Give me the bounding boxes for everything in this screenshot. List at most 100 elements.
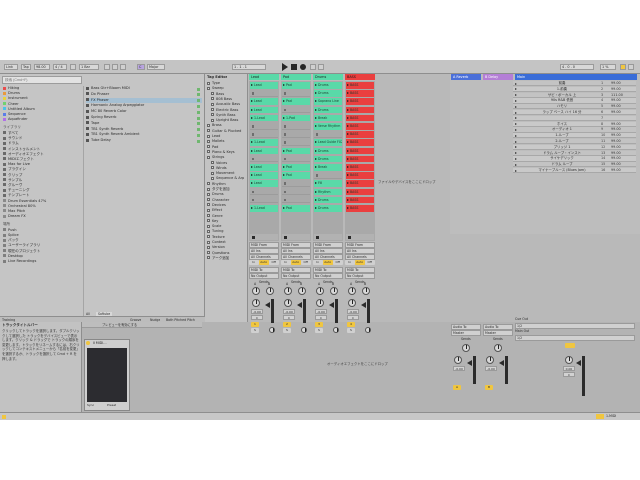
clip-slot[interactable]: BASS <box>346 90 374 97</box>
key-map-icon[interactable] <box>628 64 634 70</box>
clip-slot[interactable]: Lead <box>250 147 278 155</box>
output-chooser[interactable]: No Output <box>249 273 279 279</box>
tag-checkbox-icon[interactable] <box>211 92 214 96</box>
stop-icon[interactable] <box>283 235 287 239</box>
clip-slot[interactable]: BASS <box>346 180 374 187</box>
tempo-field[interactable]: 98.00 <box>34 64 50 70</box>
clip-play-icon[interactable] <box>251 182 253 185</box>
clip-play-icon[interactable] <box>347 198 349 201</box>
scene-tempo[interactable]: 99.00 <box>611 151 633 155</box>
scene-row[interactable]: サビ・ボーカル 上 3 111.00 <box>513 92 636 98</box>
tag-checkbox-icon[interactable] <box>207 150 210 154</box>
scene-tempo[interactable]: 99.00 <box>611 110 633 114</box>
midi-device[interactable]: Ⅱ MIDI... Sync Preset <box>84 339 130 411</box>
stop-icon[interactable] <box>291 63 297 70</box>
automation-arm-icon[interactable] <box>318 64 324 70</box>
pan-knob[interactable] <box>316 299 324 307</box>
tag-checkbox-icon[interactable] <box>207 192 210 196</box>
clip-play-icon[interactable] <box>315 125 317 127</box>
slot-stop-icon[interactable] <box>283 198 286 202</box>
clip-slot[interactable]: Lead <box>250 82 278 89</box>
input-source-chooser[interactable]: All Ins <box>313 248 343 254</box>
tag-checkbox-icon[interactable] <box>211 102 214 106</box>
clip-play-icon[interactable] <box>315 149 317 152</box>
scale-selector[interactable]: Major <box>147 64 165 70</box>
clip-slot[interactable]: Lead <box>250 98 278 105</box>
scene-row[interactable]: ドラム ループ・インスト 13 99.00 <box>513 150 636 156</box>
tag-checkbox-icon[interactable] <box>207 86 210 90</box>
clip-slot[interactable]: BASS <box>346 164 374 171</box>
clip-play-icon[interactable] <box>251 149 253 152</box>
browser-file-item[interactable]: FX Phaser <box>86 97 202 104</box>
clip-slot[interactable]: BASS <box>346 147 374 155</box>
scene-launch-icon[interactable] <box>515 157 517 160</box>
link-button[interactable]: Link <box>4 64 18 70</box>
slot-stop-icon[interactable] <box>251 133 254 136</box>
clip-slot[interactable]: Drums <box>314 90 342 97</box>
clip-slot[interactable]: Break <box>314 114 342 122</box>
scene-tempo[interactable]: 99.00 <box>611 133 633 137</box>
clip-play-icon[interactable] <box>347 166 349 168</box>
monitor-off-button[interactable]: Off <box>301 260 311 265</box>
clip-slot[interactable]: Soprano Line <box>314 98 342 105</box>
metronome-icon[interactable] <box>70 64 76 70</box>
scene-tempo[interactable]: 99.00 <box>611 122 633 126</box>
scene-row[interactable]: ブリッジ 1 12 99.00 <box>513 144 636 151</box>
scene-launch-icon[interactable] <box>515 105 517 108</box>
key-selector[interactable]: C <box>137 64 145 70</box>
return-title-bar[interactable]: A Reverb <box>451 74 481 80</box>
scene-row[interactable]: ドラム ループ 15 99.00 <box>513 162 636 168</box>
pan-value[interactable]: C <box>251 315 263 320</box>
clip-play-icon[interactable] <box>315 157 317 160</box>
empty-clip-slot[interactable] <box>282 197 310 204</box>
track-activator-button[interactable]: 1 <box>251 322 259 327</box>
scene-launch-icon[interactable] <box>515 152 517 155</box>
clip-play-icon[interactable] <box>283 166 285 168</box>
volume-fader[interactable] <box>297 302 302 308</box>
solo-button[interactable]: S <box>283 328 291 333</box>
clip-slot[interactable]: BASS <box>346 123 374 130</box>
pan-value[interactable]: C <box>283 315 295 320</box>
clip-play-icon[interactable] <box>283 207 285 209</box>
browser-search-input[interactable] <box>2 76 82 84</box>
empty-clip-slot[interactable] <box>250 156 278 163</box>
return-pan-knob[interactable] <box>486 356 494 364</box>
overdub-icon[interactable] <box>310 64 316 70</box>
tag-checkbox-icon[interactable] <box>211 166 214 170</box>
scene-launch-icon[interactable] <box>515 163 517 166</box>
track-stop-button[interactable] <box>250 234 278 240</box>
pan-value[interactable]: C <box>315 315 327 320</box>
volume-value[interactable]: -0.00 <box>347 309 359 314</box>
scene-row[interactable]: ハモリ 5 99.00 <box>513 104 636 110</box>
clip-play-icon[interactable] <box>251 100 253 103</box>
return-activator-button[interactable]: A <box>453 385 461 390</box>
clip-slot[interactable]: Lead <box>250 106 278 114</box>
monitor-auto-button[interactable]: Auto <box>291 260 301 265</box>
empty-clip-slot[interactable] <box>282 139 310 146</box>
slot-stop-icon[interactable] <box>251 198 254 202</box>
clip-play-icon[interactable] <box>347 116 349 119</box>
main-out-chooser[interactable]: 1/2 <box>515 335 635 341</box>
clip-slot[interactable]: BASS <box>346 155 374 163</box>
return-send-knob[interactable] <box>462 344 470 352</box>
tag-checkbox-icon[interactable] <box>207 123 210 127</box>
clip-play-icon[interactable] <box>315 207 317 209</box>
clip-play-icon[interactable] <box>283 116 285 119</box>
clip-slot[interactable]: Drums <box>314 82 342 89</box>
slot-stop-icon[interactable] <box>251 190 254 194</box>
send-a-knob[interactable] <box>348 287 356 295</box>
scene-launch-icon[interactable] <box>515 117 517 120</box>
monitor-off-button[interactable]: Off <box>365 260 375 265</box>
volume-fader[interactable] <box>329 302 334 308</box>
slot-stop-icon[interactable] <box>315 133 318 136</box>
master-volume-value[interactable]: 0.00 <box>563 366 575 371</box>
tag-checkbox-icon[interactable] <box>207 134 210 138</box>
return-activator-button[interactable]: B <box>485 385 493 390</box>
clip-play-icon[interactable] <box>283 84 285 86</box>
tag-checkbox-icon[interactable] <box>207 203 210 207</box>
scene-launch-icon[interactable] <box>515 94 517 97</box>
tag-checkbox-icon[interactable] <box>207 251 210 255</box>
master-pan-value[interactable]: C <box>563 372 575 377</box>
scene-tempo[interactable]: 99.00 <box>611 156 633 160</box>
volume-fader[interactable] <box>361 302 366 308</box>
